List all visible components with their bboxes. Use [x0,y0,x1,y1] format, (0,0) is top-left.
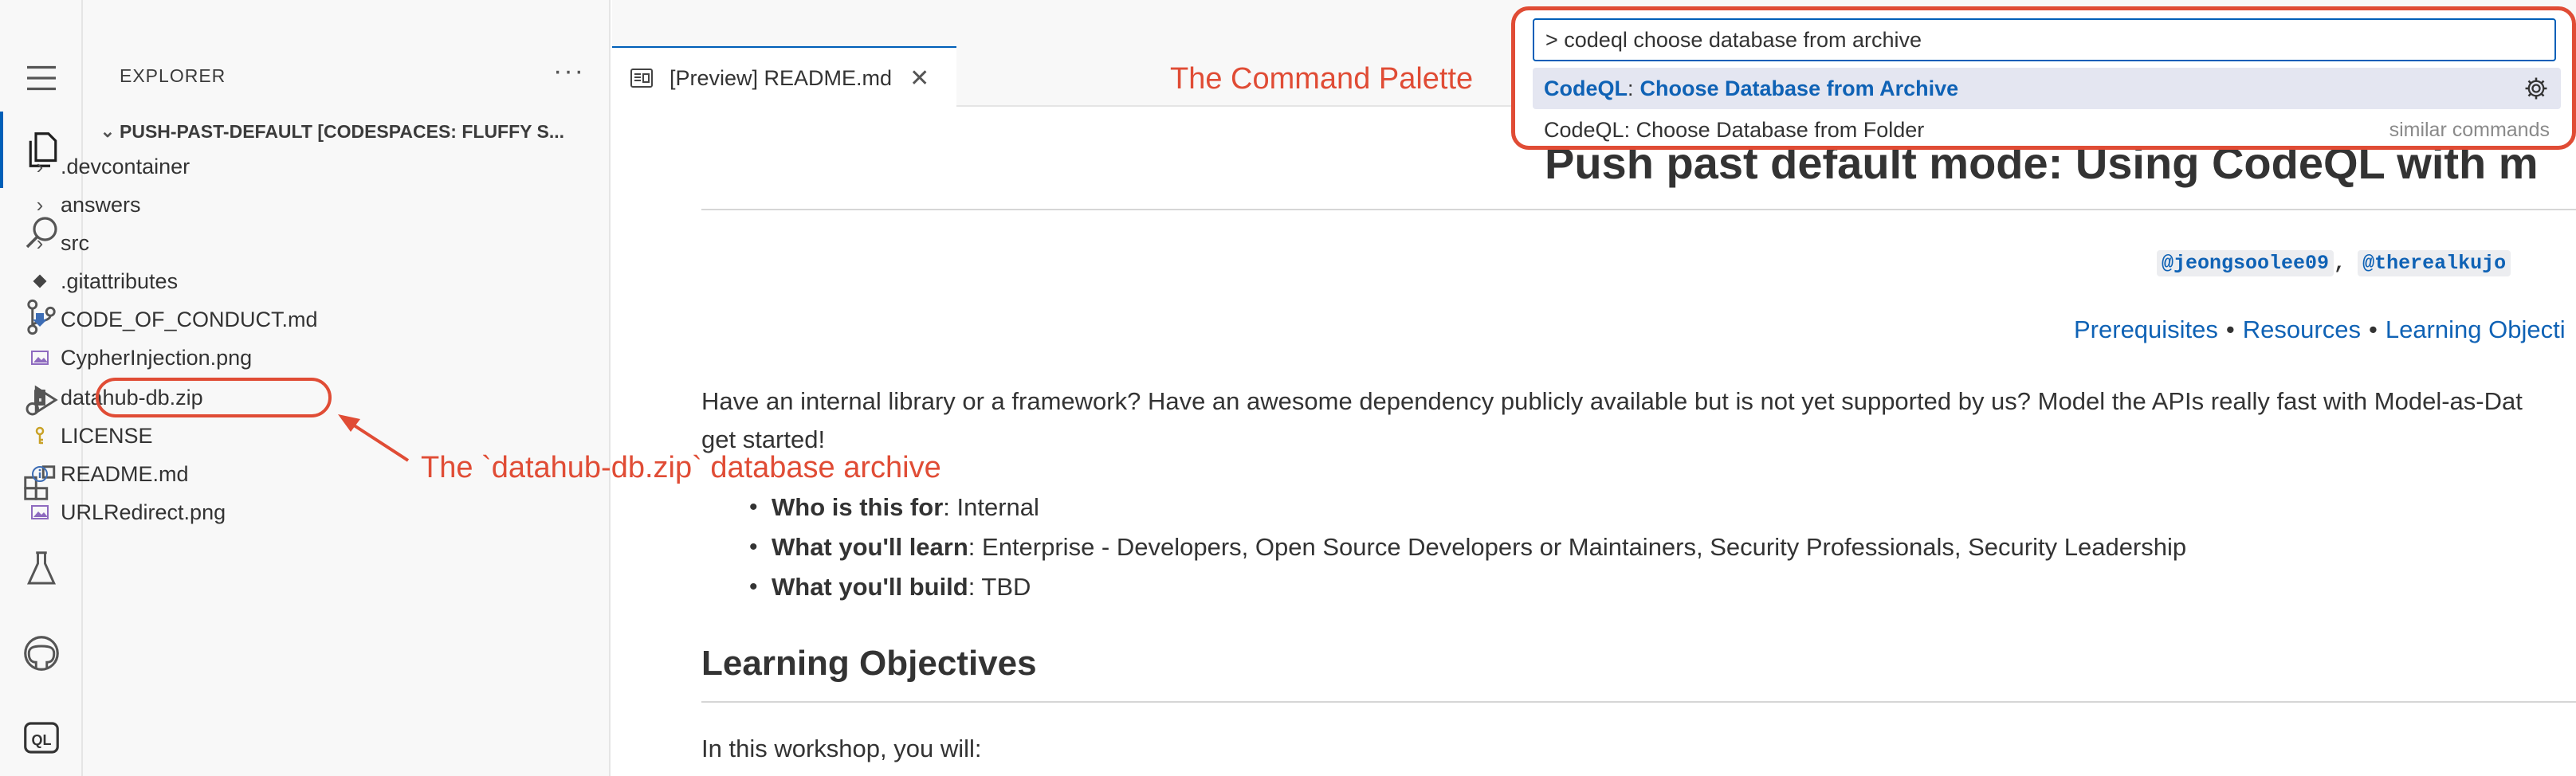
command-palette: > codeql choose database from archive Co… [1511,6,2576,150]
command-hint: similar commands [2389,118,2550,141]
divider [701,209,2576,210]
command-category: CodeQL [1544,76,1628,100]
command-label: Choose Database from Archive [1639,76,1959,100]
list-item-value: : Enterprise - Developers, Open Source D… [968,533,2187,561]
list-item: What you'll build: TBD [701,567,2186,607]
list-item-value: : Internal [943,493,1039,521]
command-palette-input[interactable]: > codeql choose database from archive [1533,18,2556,61]
tab-label: [Preview] README.md [670,65,893,90]
intro-line: get started! [701,425,826,453]
link-learning-objectives[interactable]: Learning Objecti [2386,315,2566,343]
list-item-key: Who is this for [772,493,944,521]
author-link[interactable]: @therealkujo [2358,250,2511,276]
toc-links: Prerequisites • Resources • Learning Objecti [2074,315,2566,344]
intro-paragraph: Have an internal library or a framework?… [701,382,2576,459]
link-separator: • [2368,315,2378,343]
author-separator: , [2334,252,2346,275]
section-heading: Learning Objectives [701,644,1037,683]
palette-annotation: The Command Palette [1170,62,1474,96]
audience-list: Who is this for: Internal What you'll le… [701,488,2186,607]
tab-readme-preview[interactable]: [Preview] README.md ✕ [612,46,956,108]
link-separator: • [2225,315,2235,343]
link-prerequisites[interactable]: Prerequisites [2074,315,2218,343]
list-item-value: : TBD [968,573,1031,601]
author-link[interactable]: @jeongsoolee09 [2157,250,2334,276]
gear-icon[interactable] [2523,75,2550,108]
list-item: What you'll learn: Enterprise - Develope… [701,527,2186,567]
command-label: CodeQL: Choose Database from Folder [1544,117,1925,142]
close-icon[interactable]: ✕ [909,65,929,92]
list-item-key: What you'll learn [772,533,968,561]
command-option-folder[interactable]: CodeQL: Choose Database from Folder simi… [1533,111,2561,149]
section-paragraph: In this workshop, you will: [701,735,982,762]
authors: @jeongsoolee09, @therealkujo [2157,250,2511,276]
list-item-key: What you'll build [772,573,968,601]
preview-icon [630,68,655,88]
intro-line: Have an internal library or a framework?… [701,387,2523,415]
command-option-archive[interactable]: CodeQL: Choose Database from Archive [1533,68,2561,109]
link-resources[interactable]: Resources [2243,315,2361,343]
command-colon: : [1628,76,1634,100]
list-item: Who is this for: Internal [701,488,2186,527]
divider [701,701,2576,703]
